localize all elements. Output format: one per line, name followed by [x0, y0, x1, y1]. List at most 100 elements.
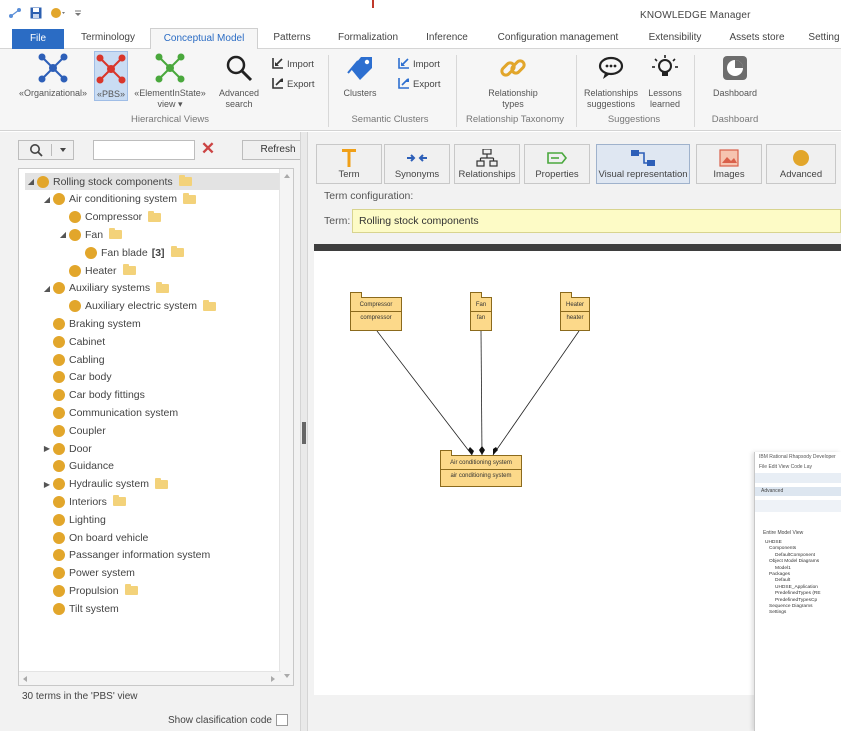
tab-setting[interactable]: Setting — [804, 28, 841, 49]
advanced-search-button[interactable]: Advanced search — [214, 53, 264, 110]
lessons-learned-button[interactable]: Lessons learned — [644, 53, 686, 110]
search-bar: ✕ Refresh — [18, 139, 314, 162]
rhapsody-tree-item[interactable]: Object Model Diagrams — [769, 559, 819, 564]
tree-item[interactable]: Car body — [41, 369, 112, 386]
visual-representation-tab-label: Visual representation — [598, 169, 688, 180]
tree-item[interactable]: Cabling — [41, 351, 105, 368]
tab-terminology[interactable]: Terminology — [76, 28, 140, 49]
search-mode-button[interactable] — [18, 140, 74, 160]
vertical-scrollbar[interactable] — [279, 169, 293, 685]
tree-item[interactable]: Propulsion — [41, 582, 138, 599]
tab-assets-store[interactable]: Assets store — [722, 28, 792, 49]
collapse-arrow-icon[interactable]: ◢ — [25, 177, 37, 186]
import-hierarchy-button[interactable]: Import — [272, 57, 314, 72]
rhapsody-tree-item[interactable]: UHDSE — [765, 540, 782, 545]
collapse-arrow-icon[interactable]: ◢ — [57, 230, 69, 239]
organizational-view-button[interactable]: «Organizational» — [18, 53, 88, 99]
tab-file[interactable]: File — [12, 29, 64, 50]
term-tab-button[interactable]: Term — [316, 144, 382, 184]
splitter-handle[interactable] — [302, 422, 306, 444]
visual-representation-tab-button[interactable]: Visual representation — [596, 144, 690, 184]
rhapsody-tree-item[interactable]: Sequence Diagrams — [769, 604, 812, 609]
tree-item[interactable]: Car body fittings — [41, 387, 145, 404]
clear-search-icon[interactable]: ✕ — [199, 139, 217, 159]
rhapsody-tree-item[interactable]: Settings — [769, 610, 786, 615]
tree-item[interactable]: Passanger information system — [41, 547, 210, 564]
panel-splitter[interactable] — [300, 132, 308, 731]
tree-item[interactable]: Compressor — [57, 209, 162, 226]
tree-item[interactable]: Braking system — [41, 315, 141, 332]
tree-item[interactable]: Lighting — [41, 511, 106, 528]
tree-item[interactable]: Auxiliary electric system — [57, 298, 217, 315]
relationships-suggestions-button[interactable]: Relationships suggestions — [580, 53, 642, 110]
tab-inference[interactable]: Inference — [418, 28, 476, 49]
clusters-button[interactable]: Clusters — [336, 53, 384, 99]
tree-item[interactable]: ▶ Hydraulic system — [41, 476, 168, 493]
customize-qat-icon[interactable] — [74, 7, 82, 22]
save-icon[interactable] — [30, 7, 42, 22]
compressor-node[interactable]: Compressor compressor — [350, 292, 402, 331]
import-clusters-button[interactable]: Import — [398, 57, 440, 72]
tree-item-label: Auxiliary systems — [69, 282, 151, 295]
export-clusters-button[interactable]: Export — [398, 77, 440, 92]
tree-item[interactable]: ◢ Fan — [57, 226, 123, 243]
tree-item[interactable]: ◢ Auxiliary systems — [41, 280, 170, 297]
horizontal-scrollbar[interactable] — [19, 671, 281, 685]
advanced-tab-button[interactable]: Advanced — [766, 144, 836, 184]
network-icon[interactable] — [8, 7, 22, 22]
tree-item[interactable]: On board vehicle — [41, 529, 148, 546]
app-title: KNOWLEDGE Manager — [640, 10, 751, 21]
tree-item[interactable]: Coupler — [41, 422, 106, 439]
rhapsody-tree-item[interactable]: Components — [769, 546, 796, 551]
tree-item[interactable]: Communication system — [41, 404, 178, 421]
search-input[interactable] — [93, 140, 195, 160]
tree-item[interactable]: Tilt system — [41, 600, 119, 617]
rhapsody-tree-item[interactable]: DefaultComponent — [775, 553, 815, 558]
show-classification-code[interactable]: Show clasification code — [168, 714, 288, 726]
rhapsody-tree-item[interactable]: Model1 — [775, 566, 791, 571]
tree-item[interactable]: Fan blade [3] — [73, 244, 184, 261]
tree-item[interactable]: Cabinet — [41, 333, 105, 350]
rhapsody-tree-item[interactable]: UHDSE_Application — [775, 585, 818, 590]
relationships-tab-button[interactable]: Relationships — [454, 144, 520, 184]
tree-item[interactable]: Interiors — [41, 493, 126, 510]
tab-patterns[interactable]: Patterns — [266, 28, 318, 49]
collapse-arrow-icon[interactable]: ◢ — [41, 195, 53, 204]
rhapsody-tree-item[interactable]: Default — [775, 578, 790, 583]
properties-tab-button[interactable]: Properties — [524, 144, 590, 184]
tree-item[interactable]: Power system — [41, 565, 135, 582]
term-dot-icon — [53, 602, 65, 615]
tab-extensibility[interactable]: Extensibility — [638, 28, 712, 49]
air-conditioning-system-node[interactable]: Air conditioning system air conditioning… — [440, 450, 522, 487]
element-in-state-view-button[interactable]: «ElementInState» view ▾ — [130, 53, 210, 110]
rhapsody-tree-item[interactable]: PredefinedTypes (RE — [775, 591, 821, 596]
dashboard-button[interactable]: Dashboard — [706, 53, 764, 99]
collapse-arrow-icon[interactable]: ◢ — [41, 284, 53, 293]
expand-arrow-icon[interactable]: ▶ — [41, 444, 53, 453]
synonyms-tab-button[interactable]: Synonyms — [384, 144, 450, 184]
export-hierarchy-button[interactable]: Export — [272, 77, 314, 92]
show-code-checkbox[interactable] — [275, 714, 288, 726]
heater-node[interactable]: Heater heater — [560, 292, 590, 331]
tab-conceptual-model[interactable]: Conceptual Model — [150, 28, 258, 50]
tag-icon — [336, 53, 384, 86]
images-tab-button[interactable]: Images — [696, 144, 762, 184]
expand-arrow-icon[interactable]: ▶ — [41, 480, 53, 489]
tree-item[interactable]: ▶ Door — [41, 440, 92, 457]
term-circle-icon[interactable] — [50, 7, 66, 22]
tree-item[interactable]: ◢ Rolling stock components — [25, 173, 279, 190]
tree-item[interactable]: Heater — [57, 262, 136, 279]
rhapsody-view-combo[interactable]: Entire Model View — [763, 530, 803, 536]
tab-formalization[interactable]: Formalization — [332, 28, 404, 49]
term-dot-icon — [69, 228, 81, 241]
fan-node[interactable]: Fan fan — [470, 292, 492, 331]
term-field[interactable]: Rolling stock components — [352, 209, 841, 233]
tree-item[interactable]: Guidance — [41, 458, 114, 475]
rhapsody-tree-item[interactable]: PredefinedTypesCp — [775, 598, 817, 603]
tree-item[interactable]: ◢ Air conditioning system — [41, 191, 196, 208]
relationship-types-button[interactable]: Relationship types — [478, 53, 548, 110]
tab-configuration-management[interactable]: Configuration management — [490, 28, 626, 49]
pbs-view-button[interactable]: «PBS» — [94, 51, 128, 101]
rhapsody-tree-item[interactable]: Packages — [769, 572, 790, 577]
rhapsody-window[interactable]: IBM Rational Rhapsody Developer File Edi… — [754, 452, 841, 731]
